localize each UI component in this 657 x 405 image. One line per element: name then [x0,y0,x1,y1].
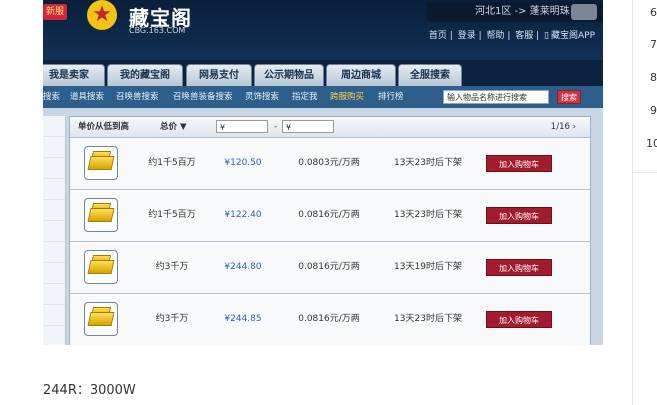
server-selector[interactable]: 河北1区 -> 蓬莱明珠 [427,2,603,22]
listing-time-left: 13天23时后下架 [394,314,462,324]
subnav-item-search[interactable]: 道具搜索 [70,86,104,108]
price-max-input[interactable]: ¥ [282,120,334,133]
link-login[interactable]: 登录 [458,31,476,41]
phone-icon: ▯ [544,31,549,41]
sort-unit-price[interactable]: 单价从低到高 [78,117,129,137]
listing-amount: 约1千5百万 [148,210,196,220]
sort-total-price[interactable]: 总价 ▼ [160,117,187,137]
listing-row: 约1千5百万 ¥122.40 0.0816元/万两 13天23时后下架 加入购物… [70,190,590,242]
price-min-input[interactable]: ¥ [216,120,268,133]
next-page-icon[interactable]: › [573,122,576,132]
tab-payment[interactable]: 网易支付 [186,64,252,86]
listing-row: 约1千5百万 ¥120.50 0.0803元/万两 13天23时后下架 加入购物… [70,138,590,190]
sidebar-divider-horizontal [633,172,657,173]
line-number: 9 [650,104,657,117]
site-domain: CBG.163.COM [129,26,186,35]
range-dash: - [274,122,278,132]
sidebar-divider [632,0,633,405]
gold-item-icon[interactable] [84,250,118,284]
subnav-ranking[interactable]: 排行榜 [378,86,404,108]
link-home[interactable]: 首页 [429,31,447,41]
sort-bar: 单价从低到高 总价 ▼ ¥ - ¥ 1/16 › [70,117,590,138]
listing-price: ¥244.85 [224,314,262,324]
listing-unit-price: 0.0816元/万两 [298,210,360,220]
left-column [43,116,66,345]
listing-price: ¥120.50 [224,158,262,168]
user-icon[interactable] [571,4,597,20]
content-area: 单价从低到高 总价 ▼ ¥ - ¥ 1/16 › 约1千5百万 ¥120.50 … [43,108,603,345]
top-links: 首页 | 登录 | 帮助 | 客服 | ▯ 藏宝阁APP [428,31,595,41]
gold-item-icon[interactable] [84,198,118,232]
search-button[interactable]: 搜索 [557,90,581,104]
subnav-pet-equip-search[interactable]: 召唤兽装备搜索 [173,86,233,108]
listing-price: ¥122.40 [224,210,262,220]
search-input[interactable]: 输入物品名称进行搜索 [443,90,549,104]
tab-seller[interactable]: 我是卖家 [43,64,105,86]
line-number: 8 [650,71,657,84]
site-header: 新服 ★ 藏宝阁 CBG.163.COM 河北1区 -> 蓬莱明珠 首页 | 登… [43,0,603,60]
tab-global-search[interactable]: 全服搜索 [398,64,462,86]
link-service[interactable]: 客服 [515,31,533,41]
listing-row: 约3千万 ¥244.85 0.0816元/万两 13天23时后下架 加入购物车 [70,294,590,345]
tab-my-cbg[interactable]: 我的藏宝阁 [107,64,183,86]
main-tabs: 我是卖家 我的藏宝阁 网易支付 公示期物品 周边商城 全服搜索 [43,64,603,86]
tab-mall[interactable]: 周边商城 [326,64,396,86]
gold-item-icon[interactable] [84,146,118,180]
sub-navigation: 搜索 道具搜索 召唤兽搜索 召唤兽装备搜索 灵饰搜索 指定我 跨服购买 排行榜 … [43,86,603,108]
listing-amount: 约3千万 [155,262,189,272]
tab-public-items[interactable]: 公示期物品 [254,64,324,86]
server-name: 河北1区 -> 蓬莱明珠 [475,6,570,17]
subnav-pet-search[interactable]: 召唤兽搜索 [116,86,159,108]
star-logo-icon: ★ [87,0,117,30]
line-number: 6 [650,6,657,19]
line-number: 7 [650,38,657,51]
add-to-cart-button[interactable]: 加入购物车 [486,155,552,172]
add-to-cart-button[interactable]: 加入购物车 [486,207,552,224]
screenshot-frame: 新服 ★ 藏宝阁 CBG.163.COM 河北1区 -> 蓬莱明珠 首页 | 登… [43,0,603,345]
listing-time-left: 13天23时后下架 [394,158,462,168]
listing-row: 约3千万 ¥244.80 0.0816元/万两 13天19时后下架 加入购物车 [70,242,590,294]
pager: 1/16 › [550,122,576,132]
subnav-cross-server[interactable]: 跨服购买 [330,86,364,108]
add-to-cart-button[interactable]: 加入购物车 [486,311,552,328]
subnav-designated[interactable]: 指定我 [292,86,318,108]
listing-amount: 约3千万 [155,314,189,324]
subnav-search[interactable]: 搜索 [43,86,60,108]
subnav-accessory-search[interactable]: 灵饰搜索 [245,86,279,108]
listing-time-left: 13天19时后下架 [394,262,462,272]
listing-price: ¥244.80 [224,262,262,272]
link-help[interactable]: 帮助 [486,31,504,41]
line-number: 10 [646,137,657,150]
listing-unit-price: 0.0816元/万两 [298,314,360,324]
listing-amount: 约1千5百万 [148,158,196,168]
add-to-cart-button[interactable]: 加入购物车 [486,259,552,276]
post-caption: 244R：3000W [43,383,136,398]
listing-unit-price: 0.0816元/万两 [298,262,360,272]
sort-down-icon: ▼ [179,122,187,132]
listing-panel: 单价从低到高 总价 ▼ ¥ - ¥ 1/16 › 约1千5百万 ¥120.50 … [69,116,591,345]
listing-unit-price: 0.0803元/万两 [298,158,360,168]
link-app[interactable]: 藏宝阁APP [551,31,595,41]
listing-time-left: 13天23时后下架 [394,210,462,220]
gold-item-icon[interactable] [84,302,118,336]
new-server-badge: 新服 [43,4,67,20]
